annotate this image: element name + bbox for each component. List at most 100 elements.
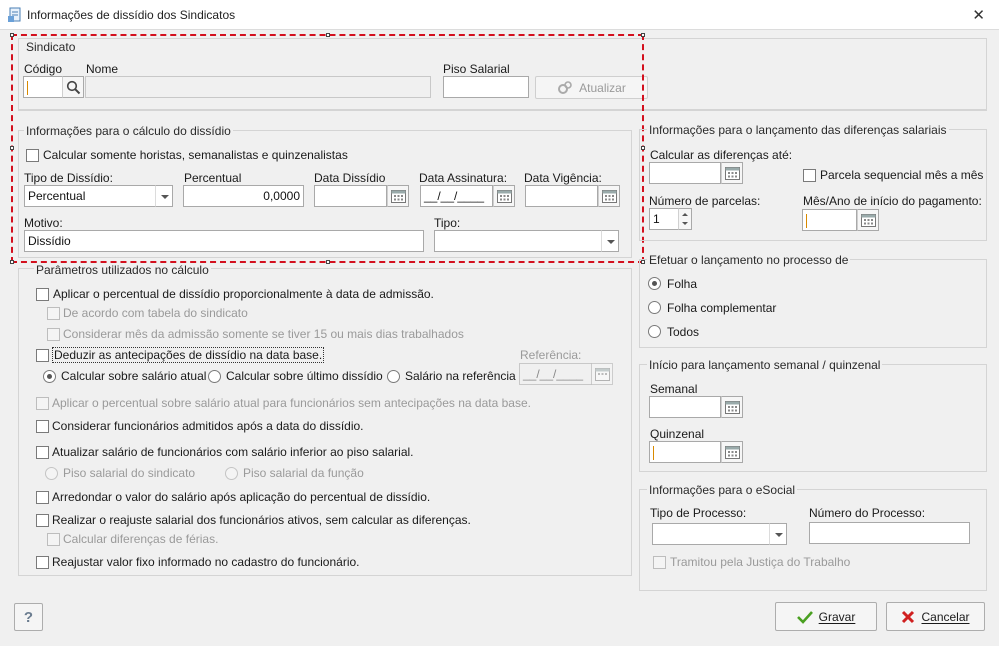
title-bar: Informações de dissídio dos Sindicatos ✕ [0, 0, 999, 30]
deduzir-checkbox[interactable] [36, 349, 49, 362]
calendar-button[interactable] [721, 441, 743, 463]
nome-input [85, 76, 431, 98]
help-button[interactable]: ? [14, 603, 43, 631]
atualizar-button[interactable]: Atualizar [535, 76, 648, 99]
tramitou-checkbox[interactable] [653, 556, 666, 569]
radio-piso-funcao[interactable] [225, 467, 238, 480]
radio-folha-complementar[interactable] [648, 301, 661, 314]
chevron-down-icon[interactable] [155, 185, 173, 207]
resize-handle[interactable] [10, 260, 14, 264]
calendar-button[interactable] [721, 396, 743, 418]
tramitou-label: Tramitou pela Justiça do Trabalho [670, 555, 851, 569]
codigo-input[interactable] [23, 76, 63, 98]
motivo-input[interactable]: Dissídio [24, 230, 424, 252]
referencia-label: Referência: [520, 348, 582, 362]
horistas-label: Calcular somente horistas, semanalistas … [43, 148, 348, 162]
cancelar-button[interactable]: Cancelar [886, 602, 985, 631]
radio-folha[interactable] [648, 277, 661, 290]
tabela-sindicato-checkbox[interactable] [47, 307, 60, 320]
resize-handle[interactable] [326, 260, 330, 264]
deduzir-label: Deduzir as antecipações de dissídio na d… [52, 347, 325, 363]
mes-ano-input[interactable] [802, 209, 857, 231]
quinzenal-input[interactable] [649, 441, 721, 463]
calendar-icon [595, 368, 610, 381]
radio-ultimo-dissidio[interactable] [208, 370, 221, 383]
aplicar-proporcional-label: Aplicar o percentual de dissídio proporc… [53, 287, 434, 301]
diferencas-ferias-label: Calcular diferenças de férias. [63, 532, 219, 546]
mes-admissao-checkbox[interactable] [47, 328, 60, 341]
tipo-dissidio-select[interactable]: Percentual [24, 185, 156, 207]
arredondar-label: Arredondar o valor do salário após aplic… [52, 490, 431, 504]
parcela-seq-checkbox[interactable] [803, 169, 816, 182]
nome-label: Nome [86, 62, 119, 76]
help-icon: ? [23, 608, 34, 626]
calendar-button[interactable] [387, 185, 409, 207]
chevron-down-icon[interactable] [601, 230, 619, 252]
num-parcelas-label: Número de parcelas: [649, 194, 761, 208]
data-dissidio-input[interactable] [314, 185, 387, 207]
calendar-icon [391, 190, 406, 203]
calendar-icon [861, 214, 876, 227]
parcelas-stepper[interactable] [678, 208, 692, 230]
arredondar-checkbox[interactable] [36, 491, 49, 504]
tipo-select[interactable] [434, 230, 602, 252]
sem-antecipacoes-checkbox[interactable] [36, 397, 49, 410]
calendar-icon [725, 401, 740, 414]
calendar-button[interactable] [598, 185, 620, 207]
calendar-button[interactable] [721, 162, 743, 184]
search-icon [66, 80, 81, 95]
semanal-input[interactable] [649, 396, 721, 418]
chevron-down-icon[interactable] [769, 523, 787, 545]
data-vigencia-input[interactable] [525, 185, 598, 207]
tipo-processo-select[interactable] [652, 523, 770, 545]
radio-piso-sindicato[interactable] [45, 467, 58, 480]
radio-salario-atual-label: Calcular sobre salário atual [61, 369, 207, 383]
checkmark-icon [796, 610, 813, 624]
close-icon [902, 610, 915, 623]
semanal-label: Semanal [650, 382, 698, 396]
piso-input[interactable] [443, 76, 529, 98]
radio-salario-referencia-label: Salário na referência [405, 369, 516, 383]
radio-salario-referencia[interactable] [387, 370, 400, 383]
resize-handle[interactable] [10, 146, 14, 150]
calendar-button [591, 363, 613, 385]
parcela-seq-label: Parcela sequencial mês a mês [820, 168, 984, 182]
sindicato-group-title: Sindicato [24, 40, 78, 54]
data-dissidio-label: Data Dissídio [314, 171, 386, 185]
resize-handle[interactable] [326, 33, 330, 37]
reajuste-ativos-checkbox[interactable] [36, 514, 49, 527]
aplicar-proporcional-checkbox[interactable] [36, 288, 49, 301]
percentual-input[interactable]: 0,0000 [183, 185, 304, 207]
calendar-button[interactable] [493, 185, 515, 207]
semanal-group-title: Início para lançamento semanal / quinzen… [647, 358, 883, 372]
data-assinatura-input[interactable]: __/__/____ [420, 185, 493, 207]
reajustar-fixo-checkbox[interactable] [36, 556, 49, 569]
considerar-admitidos-label: Considerar funcionários admitidos após a… [52, 419, 364, 433]
close-icon[interactable]: ✕ [972, 6, 985, 24]
referencia-input: __/__/____ [519, 363, 592, 385]
numero-processo-input[interactable] [809, 522, 970, 544]
search-button[interactable] [62, 76, 84, 98]
gravar-button[interactable]: Gravar [775, 602, 877, 631]
data-assinatura-label: Data Assinatura: [419, 171, 508, 185]
calendar-button[interactable] [857, 209, 879, 231]
calendar-icon [725, 167, 740, 180]
considerar-admitidos-checkbox[interactable] [36, 420, 49, 433]
mes-admissao-label: Considerar mês da admissão somente se ti… [63, 327, 464, 341]
sem-antecipacoes-label: Aplicar o percentual sobre salário atual… [52, 396, 531, 410]
diferencas-ferias-checkbox[interactable] [47, 533, 60, 546]
calculo-group-title: Informações para o cálculo do dissídio [24, 124, 233, 138]
processo-group-title: Efetuar o lançamento no processo de [647, 253, 851, 267]
num-parcelas-input[interactable]: 1 [649, 208, 679, 230]
radio-salario-atual[interactable] [43, 370, 56, 383]
app-doc-icon [8, 7, 22, 26]
calendar-icon [725, 446, 740, 459]
radio-todos-label: Todos [667, 325, 700, 339]
resize-handle[interactable] [10, 33, 14, 37]
calcular-ate-input[interactable] [649, 162, 721, 184]
radio-todos[interactable] [648, 325, 661, 338]
radio-piso-funcao-label: Piso salarial da função [243, 466, 364, 480]
horistas-checkbox[interactable] [26, 149, 39, 162]
atualizar-piso-checkbox[interactable] [36, 446, 49, 459]
resize-handle[interactable] [641, 33, 645, 37]
